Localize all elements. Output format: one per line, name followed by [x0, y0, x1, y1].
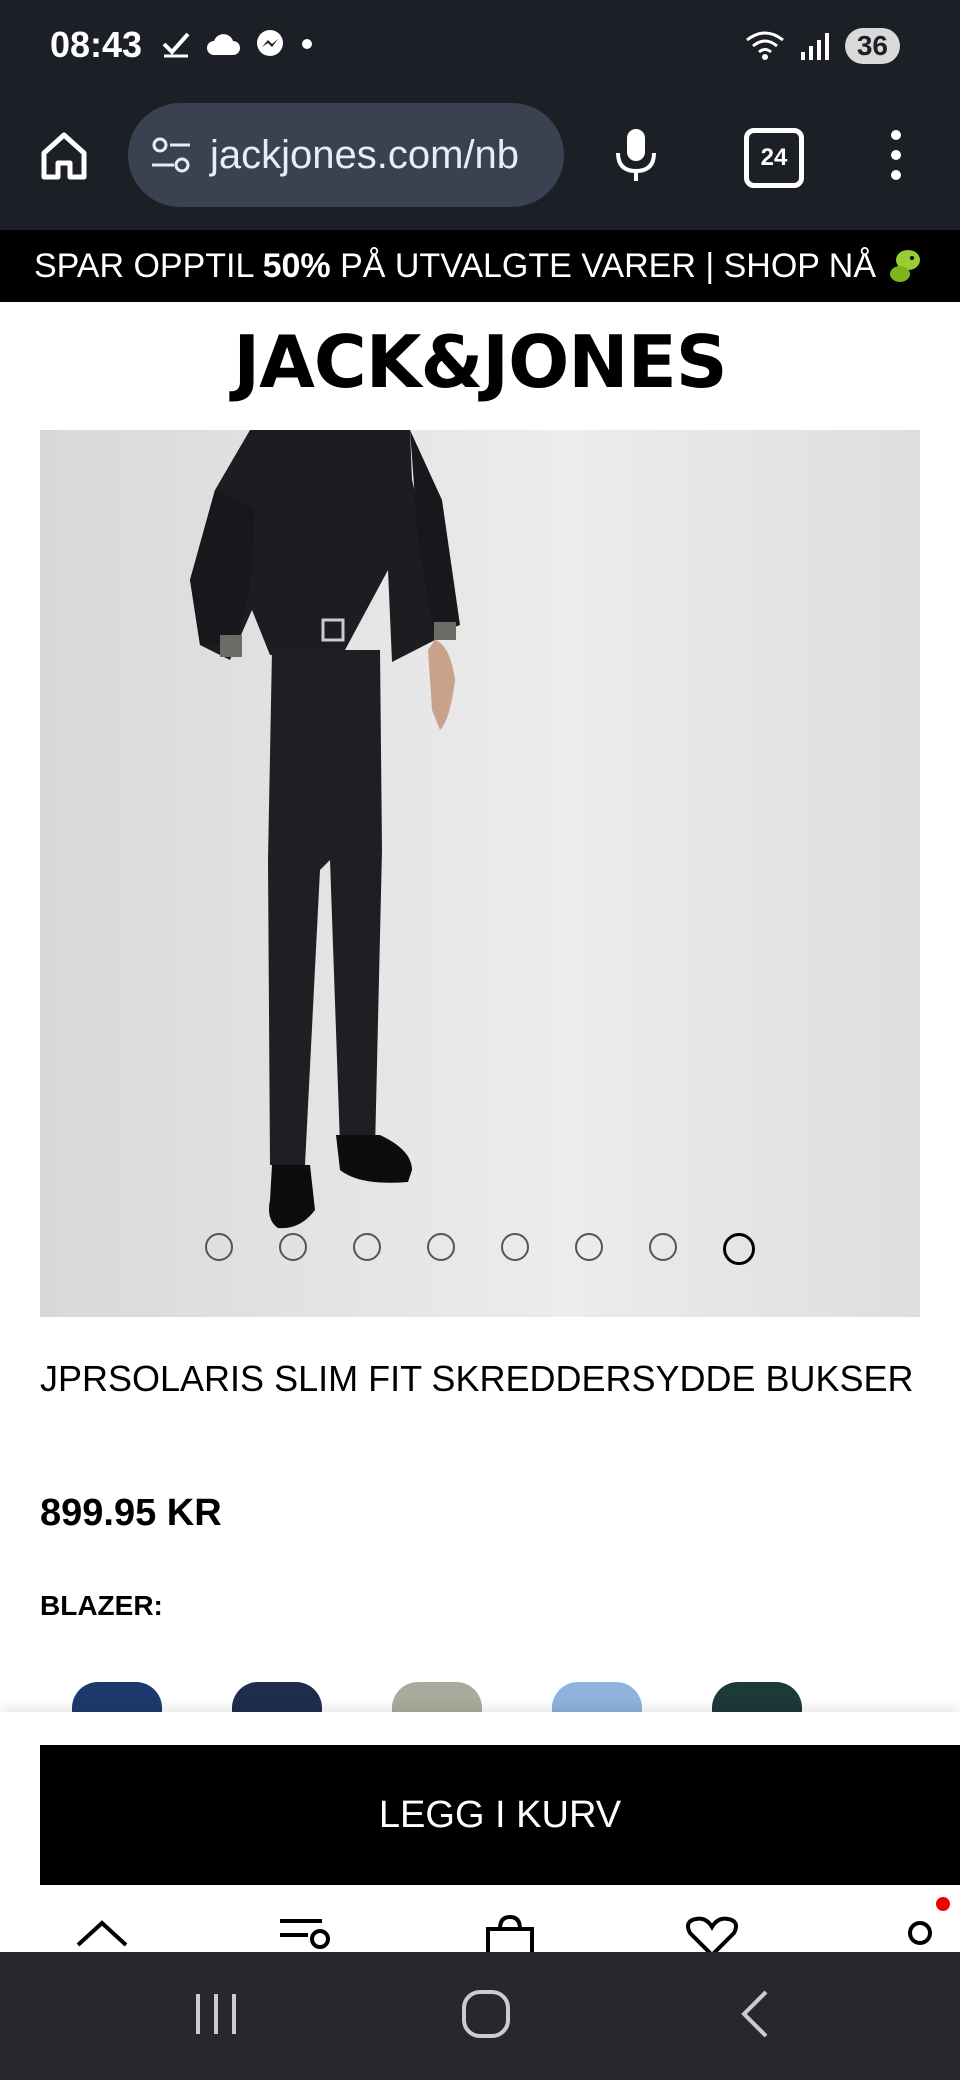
dot-icon: [302, 39, 312, 49]
wifi-icon: [745, 31, 784, 60]
tab-count: 24: [760, 144, 788, 171]
blazer-swatch[interactable]: [392, 1682, 482, 1712]
carousel-dot[interactable]: [353, 1233, 381, 1261]
blazer-swatch[interactable]: [552, 1682, 642, 1712]
carousel-dot[interactable]: [649, 1233, 677, 1261]
account-icon[interactable]: [902, 1915, 942, 1952]
notification-dot: [936, 1897, 950, 1911]
system-icons: 36: [745, 28, 900, 64]
promo-text-start: SPAR OPPTIL: [33, 246, 263, 285]
blazer-swatch[interactable]: [72, 1682, 162, 1712]
product-photo: [190, 430, 460, 1229]
tabs-icon[interactable]: 24: [744, 128, 804, 188]
carousel-dot[interactable]: [427, 1233, 455, 1261]
browser-toolbar: jackjones.com/nb 24: [0, 95, 960, 230]
notification-icons: [160, 28, 314, 60]
product-title: JPRSOLARIS SLIM FIT SKREDDERSYDDE BUKSER: [40, 1358, 914, 1399]
site-settings-icon[interactable]: [150, 135, 194, 175]
blazer-swatches: [40, 1682, 960, 1712]
site-bottom-nav: [0, 1885, 960, 1952]
bag-icon[interactable]: [484, 1914, 540, 1952]
home-button-icon[interactable]: [460, 1988, 512, 2040]
promo-banner[interactable]: SPAR OPPTIL 50% PÅ UTVALGTE VARER | SHOP…: [0, 230, 960, 302]
add-to-cart-button[interactable]: LEGG I KURV: [40, 1745, 960, 1885]
carousel-dot-active[interactable]: [723, 1233, 755, 1265]
status-time: 08:43: [50, 24, 143, 65]
status-bar: 08:43 36: [0, 0, 960, 95]
blazer-swatch[interactable]: [712, 1682, 802, 1712]
product-image[interactable]: [40, 430, 920, 1317]
carousel-dot[interactable]: [205, 1233, 233, 1261]
promo-text-end: PÅ UTVALGTE VARER | SHOP NÅ: [330, 246, 877, 285]
blazer-swatch[interactable]: [232, 1682, 322, 1712]
brand-logo[interactable]: JACK&JONES: [0, 320, 960, 404]
heart-icon[interactable]: [684, 1915, 740, 1952]
cloud-icon: [207, 34, 240, 55]
leaf-icon: [890, 250, 921, 282]
battery-indicator: 36: [844, 28, 900, 64]
menu-icon[interactable]: [278, 1915, 334, 1952]
signal-icon: [800, 33, 829, 60]
blazer-label: BLAZER:: [40, 1590, 163, 1621]
carousel-dot[interactable]: [575, 1233, 603, 1261]
product-price: 899.95 KR: [40, 1492, 222, 1534]
home-icon[interactable]: [74, 1915, 130, 1952]
promo-highlight: 50%: [262, 246, 331, 285]
check-icon: [162, 32, 190, 58]
menu-icon[interactable]: [884, 127, 908, 183]
recent-apps-icon[interactable]: [190, 1990, 242, 2038]
carousel-dot[interactable]: [501, 1233, 529, 1261]
home-icon[interactable]: [36, 127, 92, 183]
mic-icon[interactable]: [610, 125, 662, 185]
messenger-icon: [257, 30, 283, 56]
image-carousel-dots: [40, 1233, 920, 1265]
address-bar[interactable]: jackjones.com/nb: [128, 103, 564, 207]
android-nav-bar: [0, 1952, 960, 2080]
url-text: jackjones.com/nb: [210, 132, 520, 177]
back-icon[interactable]: [736, 1988, 772, 2040]
carousel-dot[interactable]: [279, 1233, 307, 1261]
